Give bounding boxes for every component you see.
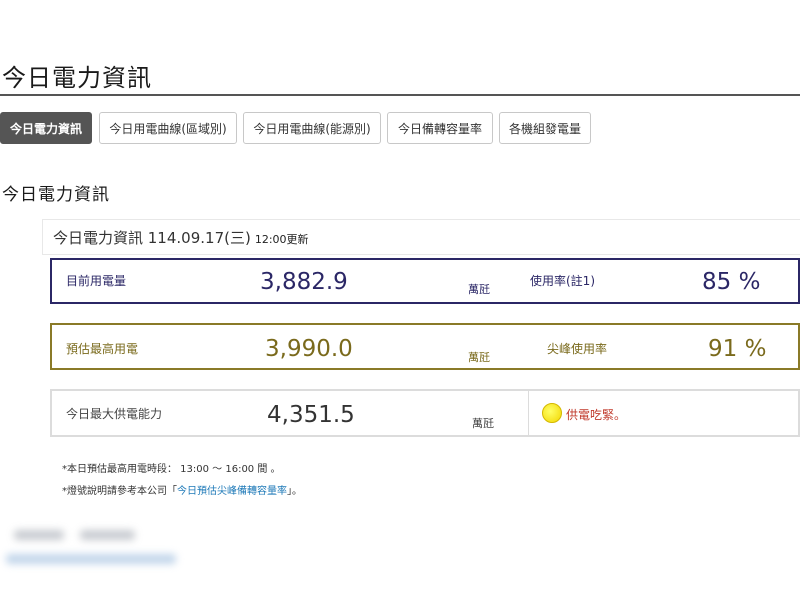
supply-status-text: 供電吃緊。 [566,408,627,422]
usage-rate-label: 使用率(註1) [530,274,595,288]
tab-unit-generation[interactable]: 各機組發電量 [499,112,591,144]
peak-load-label: 預估最高用電 [66,342,139,356]
current-load-value: 3,882.9 [260,269,348,295]
page-title: 今日電力資訊 [2,64,152,92]
peak-period-note: *本日預估最高用電時段： 13:00 ～ 16:00 間 。 [62,464,281,475]
current-load-label: 目前用電量 [66,274,127,288]
section-title: 今日電力資訊 [2,185,110,205]
supply-row-divider [528,391,529,435]
current-load-row: 目前用電量 3,882.9 萬瓩 使用率(註1) 85 % [50,258,800,304]
panel-header-update-time: 12:00更新 [254,232,309,246]
peak-load-row: 預估最高用電 3,990.0 萬瓩 尖峰使用率 91 % [50,323,800,370]
peak-load-value: 3,990.0 [265,336,353,362]
tab-reserve-margin[interactable]: 今日備轉容量率 [387,112,493,144]
peak-load-unit: 萬瓩 [468,351,490,364]
current-load-unit: 萬瓩 [468,283,490,296]
supply-capacity-value: 4,351.5 [267,402,355,428]
usage-rate-value: 85 % [702,269,761,295]
panel-header-date: 今日電力資訊 114.09.17(三) [53,228,251,247]
tab-today-power-info[interactable]: 今日電力資訊 [0,112,92,144]
light-explanation-suffix: 」。 [287,486,302,497]
tab-load-curve-region[interactable]: 今日用電曲線(區域別) [99,112,237,144]
supply-capacity-unit: 萬瓩 [472,417,494,430]
blurred-block [6,554,176,564]
tab-load-curve-energy[interactable]: 今日用電曲線(能源別) [243,112,381,144]
peak-usage-rate-label: 尖峰使用率 [547,342,608,356]
reserve-margin-link[interactable]: 今日預估尖峰備轉容量率 [177,486,287,497]
blurred-block [80,530,135,540]
light-explanation-prefix: *燈號說明請參考本公司「 [62,486,177,497]
blurred-block [14,530,64,540]
supply-capacity-label: 今日最大供電能力 [66,407,163,421]
peak-usage-rate-value: 91 % [708,336,767,362]
panel-header: 今日電力資訊 114.09.17(三) 12:00更新 [42,219,800,255]
supply-capacity-row: 今日最大供電能力 4,351.5 萬瓩 供電吃緊。 [50,389,800,437]
blurred-footer-content [0,520,230,590]
title-divider [0,94,800,96]
light-explanation-note: *燈號說明請參考本公司「今日預估尖峰備轉容量率」。 [62,482,302,497]
yellow-status-light-icon [542,403,562,423]
